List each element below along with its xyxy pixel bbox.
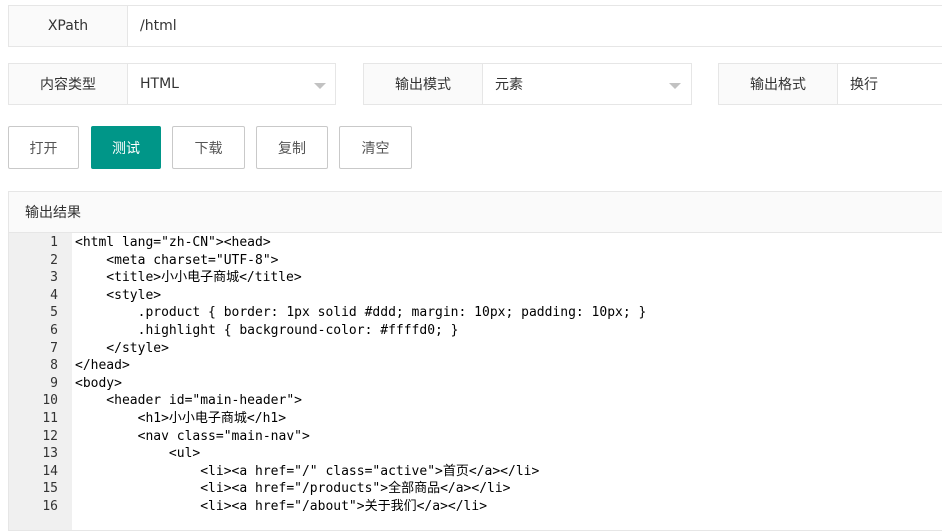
code-line: 9 <body> [9, 375, 942, 393]
code-text: <header id="main-header"> [75, 393, 302, 409]
code-line: 6 .highlight { background-color: #ffffd0… [9, 322, 942, 340]
code-line: 12 <nav class="main-nav"> [9, 428, 942, 446]
code-line: 2 <meta charset="UTF-8"> [9, 252, 942, 270]
xpath-label: XPath [9, 6, 128, 46]
line-number: 11 [42, 411, 58, 426]
copy-button[interactable]: 复制 [256, 126, 328, 169]
code-text: </head> [75, 358, 130, 374]
code-line: 15 <li><a href="/products">全部商品</a></li> [9, 480, 942, 498]
code-line: 13 <ul> [9, 445, 942, 463]
code-text: .product { border: 1px solid #ddd; margi… [75, 305, 647, 321]
output-panel-title: 输出结果 [9, 192, 942, 233]
code-text: <nav class="main-nav"> [75, 428, 310, 444]
xpath-row: XPath /html [8, 5, 942, 47]
code-line: 4 <style> [9, 287, 942, 305]
line-number: 13 [42, 446, 58, 462]
content-type-label: 内容类型 [9, 64, 128, 104]
code-line: 1 <html lang="zh-CN"><head> [9, 234, 942, 252]
line-number: 10 [42, 393, 58, 409]
line-number: 15 [42, 481, 58, 497]
line-number: 4 [50, 287, 58, 303]
code-text: <li><a href="/" class="active">首页</a></l… [75, 463, 540, 479]
output-mode-row: 输出模式 元素 [363, 63, 692, 105]
line-number: 3 [50, 270, 58, 286]
output-panel: 输出结果 1 <html lang="zh-CN"><head> 2 <meta c… [8, 191, 942, 531]
code-text: <title>小小电子商城</title> [75, 270, 302, 286]
code-line: 8 </head> [9, 357, 942, 375]
open-button[interactable]: 打开 [8, 126, 79, 169]
code-text: <meta charset="UTF-8"> [75, 252, 279, 268]
code-text: <html lang="zh-CN"><head> [75, 235, 271, 250]
code-text: </style> [75, 340, 169, 356]
output-format-row: 输出格式 换行 [718, 63, 942, 105]
code-text: .highlight { background-color: #ffffd0; … [75, 323, 459, 338]
xpath-input[interactable]: /html [140, 6, 942, 46]
line-number: 7 [50, 340, 58, 356]
line-number: 6 [50, 323, 58, 338]
code-text: <li><a href="/about">关于我们</a></li> [75, 499, 488, 514]
line-number: 8 [50, 358, 58, 374]
code-text: <h1>小小电子商城</h1> [75, 411, 287, 426]
line-number: 1 [50, 235, 58, 250]
code-text: <body> [75, 375, 122, 391]
line-number: 2 [50, 252, 58, 268]
code-line: 10 <header id="main-header"> [9, 392, 942, 410]
code-line: 3 <title>小小电子商城</title> [9, 269, 942, 287]
line-number: 5 [50, 305, 58, 321]
code-editor[interactable]: 1 <html lang="zh-CN"><head> 2 <meta charse… [9, 233, 942, 530]
code-text: <ul> [75, 446, 201, 462]
chevron-down-icon [314, 83, 326, 89]
content-type-select[interactable]: HTML [140, 64, 335, 104]
code-line: 11 <h1>小小电子商城</h1> [9, 410, 942, 428]
line-number: 16 [42, 499, 58, 514]
line-number: 14 [42, 463, 58, 479]
code-line: 14 <li><a href="/" class="active">首页</a>… [9, 463, 942, 481]
test-button[interactable]: 测试 [91, 126, 161, 169]
line-number: 12 [42, 428, 58, 444]
code-line: 16 <li><a href="/about">关于我们</a></li> [9, 498, 942, 516]
output-format-select[interactable]: 换行 [850, 64, 942, 104]
code-text: <li><a href="/products">全部商品</a></li> [75, 481, 511, 497]
code-line: 7 </style> [9, 340, 942, 358]
output-mode-select[interactable]: 元素 [495, 64, 691, 104]
download-button[interactable]: 下载 [172, 126, 245, 169]
content-type-row: 内容类型 HTML [8, 63, 336, 105]
code-line: 5 .product { border: 1px solid #ddd; mar… [9, 304, 942, 322]
chevron-down-icon [669, 83, 681, 89]
code-text: <style> [75, 287, 162, 303]
clear-button[interactable]: 清空 [339, 126, 412, 169]
output-mode-label: 输出模式 [364, 64, 483, 104]
output-format-label: 输出格式 [719, 64, 838, 104]
line-number: 9 [50, 375, 58, 391]
